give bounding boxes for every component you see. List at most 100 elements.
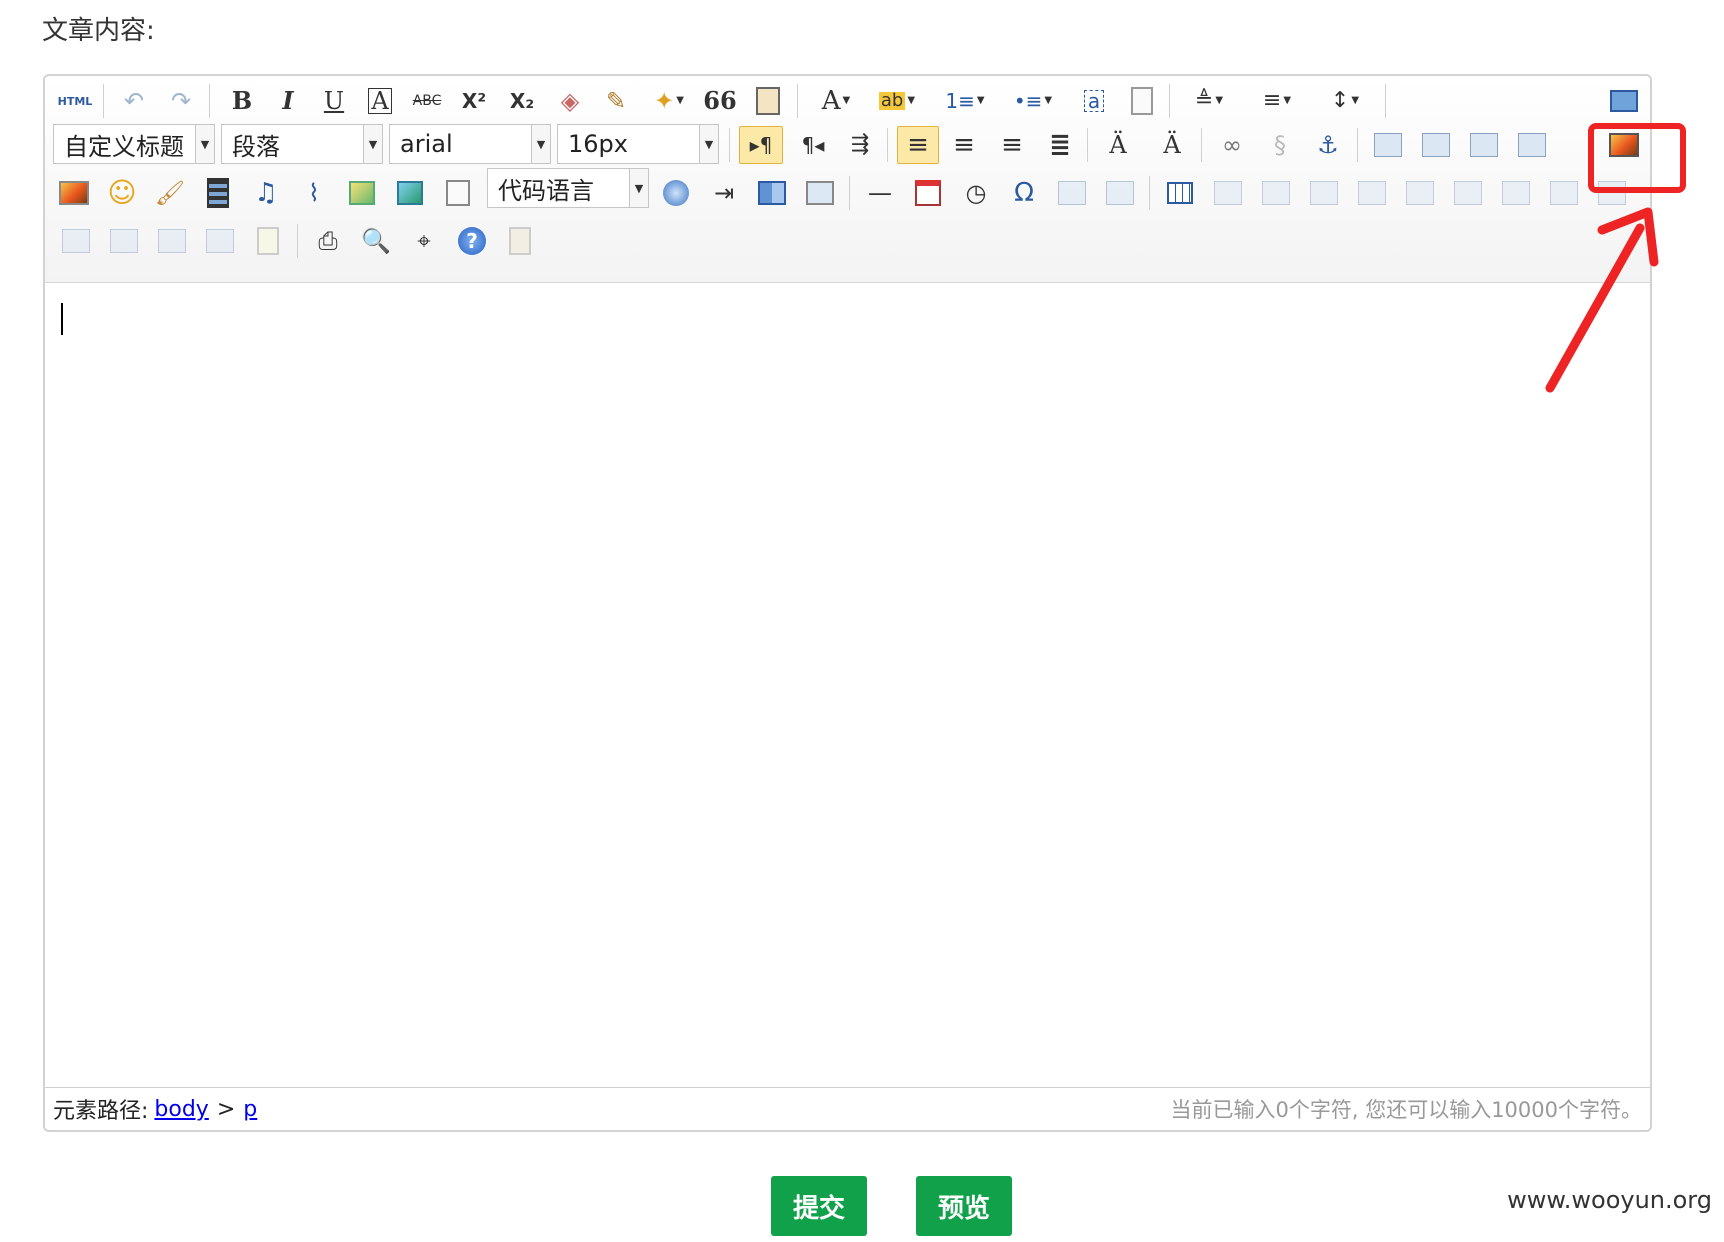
insert-col-icon[interactable]	[1401, 174, 1439, 212]
chevron-down-icon: ▼	[363, 125, 382, 163]
font-color-glyph: A	[821, 86, 841, 116]
font-size-value: 16px	[568, 130, 628, 158]
redo-icon[interactable]: ↷	[162, 82, 200, 120]
html-source-button[interactable]: HTML	[53, 82, 97, 120]
horizontal-line-icon[interactable]: —	[861, 174, 899, 212]
merge-down-icon[interactable]	[57, 222, 95, 260]
preview-icon[interactable]: 🔍	[357, 222, 395, 260]
superscript-icon[interactable]: X²	[455, 82, 493, 120]
eraser-icon[interactable]: ◈	[551, 82, 589, 120]
music-icon[interactable]: ♫	[247, 174, 285, 212]
subscript-icon[interactable]: X₂	[503, 82, 541, 120]
rich-text-editor: HTML ↶ ↷ B I U A ABC X² X₂ ◈ ✎ ✦ ▼ 66 A ▼ …	[43, 74, 1652, 1132]
fontborder-icon[interactable]: A	[361, 82, 399, 120]
attachment-icon[interactable]: ⌇	[295, 174, 333, 212]
custom-heading-select[interactable]: 自定义标题 ▼	[53, 124, 215, 164]
help-icon[interactable]: ?	[453, 222, 491, 260]
fullscreen-icon[interactable]	[1605, 82, 1643, 120]
table-icon	[1167, 182, 1193, 204]
insert-caption-icon[interactable]	[1257, 174, 1295, 212]
path-body-link[interactable]: body	[154, 1097, 208, 1122]
image-center-icon[interactable]	[1513, 126, 1551, 164]
paragraph-select[interactable]: 段落 ▼	[221, 124, 383, 164]
italic-glyph: I	[282, 86, 294, 115]
font-color-icon[interactable]: A ▼	[809, 82, 863, 120]
link-icon[interactable]: ∞	[1213, 126, 1251, 164]
search-replace-icon[interactable]: ⌖	[405, 222, 443, 260]
font-family-select[interactable]: arial ▼	[389, 124, 551, 164]
delete-row-icon[interactable]	[1353, 174, 1391, 212]
split-to-cells-icon[interactable]	[105, 222, 143, 260]
image-left-icon[interactable]	[1417, 126, 1455, 164]
italic-icon[interactable]: I	[269, 82, 307, 120]
chevron-down-icon: ▼	[629, 169, 648, 207]
underline-icon[interactable]: U	[315, 82, 353, 120]
insert-video-icon[interactable]	[199, 174, 237, 212]
backcolor-glyph: ab	[878, 90, 906, 111]
touppercase-icon[interactable]: Ä	[1099, 126, 1137, 164]
chevron-down-icon: ▼	[1351, 95, 1360, 106]
path-p-link[interactable]: p	[243, 1097, 257, 1122]
chart-icon[interactable]	[249, 222, 287, 260]
background-color-icon[interactable]: ab ▼	[869, 82, 925, 120]
emotion-icon[interactable]: ☺	[103, 174, 141, 212]
time-icon[interactable]: ◷	[957, 174, 995, 212]
toolbar-separator	[1385, 84, 1386, 118]
blockquote-icon[interactable]: 66	[701, 82, 739, 120]
gmap-icon[interactable]	[391, 174, 429, 212]
tolowercase-icon[interactable]: Ä	[1153, 126, 1191, 164]
unlink-icon[interactable]: §	[1261, 126, 1299, 164]
ordered-list-icon[interactable]: 1≡ ▼	[937, 82, 993, 120]
delete-col-icon[interactable]	[1449, 174, 1487, 212]
image-none-icon[interactable]	[1369, 126, 1407, 164]
auto-format-icon[interactable]: ✦ ▼	[643, 82, 695, 120]
code-language-select[interactable]: 代码语言 ▼	[487, 168, 649, 208]
editor-content-area[interactable]	[45, 283, 1650, 1086]
word-image-icon[interactable]	[1101, 174, 1139, 212]
justify-right-icon[interactable]: ≡	[993, 126, 1031, 164]
font-size-select[interactable]: 16px ▼	[557, 124, 719, 164]
justify-left-icon[interactable]: ≡	[897, 126, 939, 164]
template-icon[interactable]: ⇥	[705, 174, 743, 212]
bold-icon[interactable]: B	[223, 82, 261, 120]
horizontal-rule-icon[interactable]	[801, 174, 839, 212]
insert-table-icon[interactable]	[1161, 174, 1199, 212]
clipboard-icon	[756, 87, 780, 115]
background-icon[interactable]	[753, 174, 791, 212]
justify-full-icon[interactable]: ≣	[1041, 126, 1079, 164]
background-glyph-icon	[758, 181, 786, 205]
split-to-rows-icon[interactable]	[153, 222, 191, 260]
direction-ltr-icon[interactable]: ▸¶	[739, 126, 783, 164]
word-icon	[1106, 181, 1134, 205]
special-chars-icon[interactable]: Ω	[1005, 174, 1043, 212]
format-brush-icon[interactable]: ✎	[597, 82, 635, 120]
row-spacing-top-icon[interactable]: ≜ ▼	[1181, 82, 1237, 120]
row-spacing-bottom-icon[interactable]: ≡ ▼	[1249, 82, 1305, 120]
select-all-icon[interactable]: a	[1075, 82, 1113, 120]
unordered-list-icon[interactable]: •≡ ▼	[1005, 82, 1061, 120]
snapscreen-icon[interactable]	[1053, 174, 1091, 212]
direction-rtl-icon[interactable]: ¶◂	[791, 126, 835, 164]
line-height-icon[interactable]: ↕ ▼	[1317, 82, 1373, 120]
delete-table-icon[interactable]	[1209, 174, 1247, 212]
preview-button[interactable]: 预览	[916, 1176, 1012, 1236]
insert-frame-icon[interactable]	[439, 174, 477, 212]
drafts-icon[interactable]	[501, 222, 539, 260]
date-icon[interactable]	[909, 174, 947, 212]
insert-row-icon[interactable]	[1305, 174, 1343, 212]
strikethrough-icon[interactable]: ABC	[405, 82, 449, 120]
indent-icon[interactable]: ⇶	[841, 126, 879, 164]
clear-doc-icon[interactable]	[1123, 82, 1161, 120]
anchor-icon[interactable]: ⚓	[1309, 126, 1347, 164]
scrawl-icon[interactable]: 🖌	[151, 174, 189, 212]
map-icon[interactable]	[343, 174, 381, 212]
page-break-icon[interactable]	[657, 174, 695, 212]
print-icon[interactable]: ⎙	[309, 222, 347, 260]
submit-button[interactable]: 提交	[771, 1176, 867, 1236]
justify-center-icon[interactable]: ≡	[945, 126, 983, 164]
split-to-cols-icon[interactable]	[201, 222, 239, 260]
undo-icon[interactable]: ↶	[115, 82, 153, 120]
simple-upload-icon[interactable]	[55, 174, 93, 212]
image-right-icon[interactable]	[1465, 126, 1503, 164]
paste-plain-icon[interactable]	[749, 82, 787, 120]
